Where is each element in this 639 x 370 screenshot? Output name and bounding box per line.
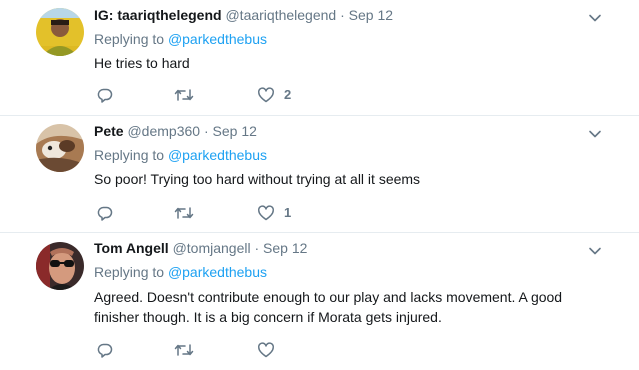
tweet-text: He tries to hard <box>94 55 190 71</box>
reply-icon <box>97 343 113 358</box>
retweet-button[interactable] <box>174 203 194 223</box>
avatar[interactable] <box>36 242 84 290</box>
tweet: Pete @demp360 · Sep 12 Replying to @park… <box>0 116 639 233</box>
tweet-actions: 2 <box>94 85 494 105</box>
retweet-icon <box>174 344 194 356</box>
tweet-actions: 1 <box>94 203 494 223</box>
reply-button[interactable] <box>96 203 114 223</box>
user-screenname[interactable]: @tomjangell <box>173 240 251 256</box>
user-screenname[interactable]: @taariqthelegend <box>225 7 336 23</box>
tweet-header: IG: taariqthelegend @taariqthelegend · S… <box>94 6 393 24</box>
heart-icon <box>258 205 274 221</box>
like-count: 2 <box>284 87 292 102</box>
reply-button[interactable] <box>96 340 114 360</box>
retweet-icon <box>174 89 194 101</box>
like-button[interactable]: 2 <box>257 85 291 105</box>
tweet-header: Pete @demp360 · Sep 12 <box>94 122 257 140</box>
chevron-down-icon[interactable] <box>587 126 603 142</box>
tweet-text: Agreed. Doesn't contribute enough to our… <box>94 289 563 325</box>
replying-prefix: Replying to <box>94 147 165 163</box>
reply-icon <box>97 88 113 103</box>
tweet-timestamp[interactable]: Sep 12 <box>349 7 393 23</box>
tweet-text: So poor! Trying too hard without trying … <box>94 171 421 187</box>
user-fullname[interactable]: Tom Angell <box>94 240 169 256</box>
tweet-timestamp[interactable]: Sep 12 <box>213 123 257 139</box>
like-button[interactable]: 1 <box>257 203 291 223</box>
replying-prefix: Replying to <box>94 31 165 47</box>
tweet-header: Tom Angell @tomjangell · Sep 12 <box>94 239 307 257</box>
avatar[interactable] <box>36 124 84 172</box>
tweet: Tom Angell @tomjangell · Sep 12 Replying… <box>0 233 639 370</box>
separator-dot: · <box>340 7 345 23</box>
replying-to: Replying to @parkedthebus <box>94 30 267 48</box>
like-count: 1 <box>284 205 292 220</box>
separator-dot: · <box>254 240 260 256</box>
user-fullname[interactable]: Pete <box>94 123 124 139</box>
replying-mention[interactable]: @parkedthebus <box>168 147 267 163</box>
chevron-down-icon[interactable] <box>587 243 603 259</box>
replying-mention[interactable]: @parkedthebus <box>168 31 267 47</box>
user-screenname[interactable]: @demp360 <box>127 123 200 139</box>
separator-dot: · <box>203 123 209 139</box>
heart-icon <box>258 87 274 103</box>
user-fullname[interactable]: IG: taariqthelegend <box>94 7 222 23</box>
reply-button[interactable] <box>96 85 114 105</box>
replying-prefix: Replying to <box>94 264 165 280</box>
like-button[interactable] <box>257 340 284 360</box>
heart-icon <box>258 342 274 358</box>
tweet-timestamp[interactable]: Sep 12 <box>263 240 307 256</box>
replying-to: Replying to @parkedthebus <box>94 263 267 281</box>
chevron-down-icon[interactable] <box>587 10 603 26</box>
replying-to: Replying to @parkedthebus <box>94 146 267 164</box>
tweet-actions <box>94 340 494 360</box>
retweet-icon <box>174 207 194 219</box>
avatar[interactable] <box>36 8 84 56</box>
tweet: IG: taariqthelegend @taariqthelegend · S… <box>0 0 639 116</box>
retweet-button[interactable] <box>174 340 194 360</box>
retweet-button[interactable] <box>174 85 194 105</box>
replying-mention[interactable]: @parkedthebus <box>168 264 267 280</box>
reply-icon <box>97 206 113 221</box>
